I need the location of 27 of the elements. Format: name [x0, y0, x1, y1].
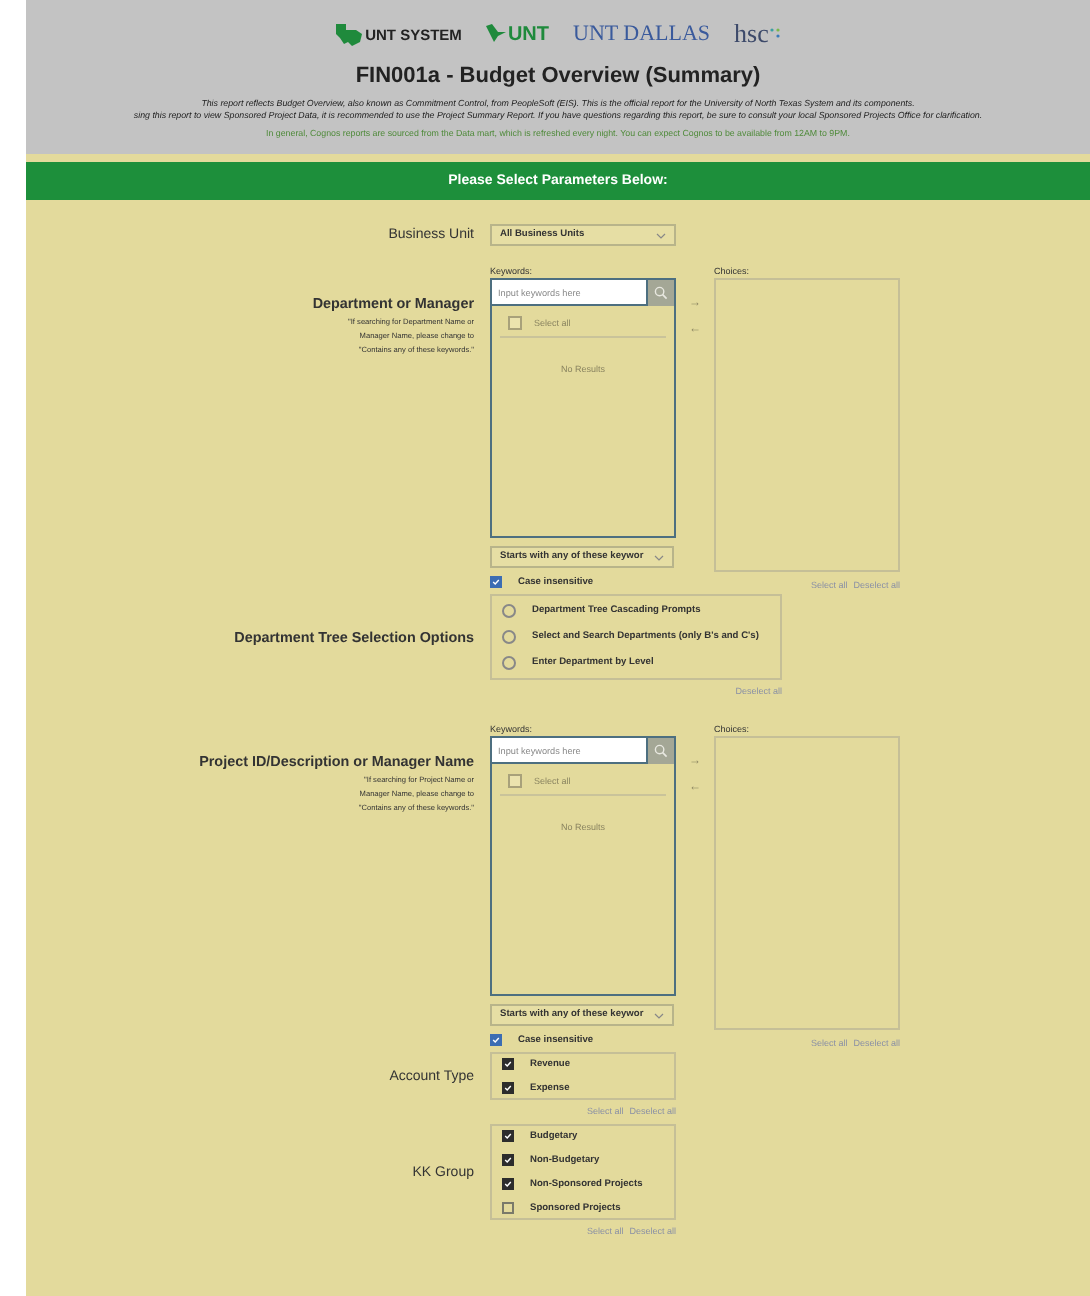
caret-icon — [656, 231, 666, 239]
dots-icon — [770, 28, 783, 40]
search-icon[interactable] — [648, 280, 674, 306]
checkbox[interactable] — [502, 1082, 514, 1094]
logo-text: UNT DALLAS — [573, 22, 711, 46]
radio-button[interactable] — [502, 630, 516, 644]
checkbox[interactable] — [502, 1202, 514, 1214]
choices-list[interactable] — [714, 278, 900, 572]
checkbox[interactable] — [490, 576, 502, 588]
choices-list[interactable] — [714, 736, 900, 1030]
checkbox[interactable] — [508, 316, 522, 330]
checkbox[interactable] — [490, 1034, 502, 1046]
logo-text: UNT — [507, 23, 549, 45]
radio-button[interactable] — [502, 604, 516, 618]
checkbox[interactable] — [502, 1178, 514, 1190]
caret-icon — [654, 553, 664, 561]
report-title: FIN001a - Budget Overview (Summary) — [355, 64, 761, 88]
eagle-icon — [485, 24, 506, 44]
radio-button[interactable] — [502, 656, 516, 670]
checkbox[interactable] — [508, 774, 522, 788]
caret-icon — [654, 1011, 664, 1019]
checkbox[interactable] — [502, 1154, 514, 1166]
search-icon[interactable] — [648, 738, 674, 764]
state-shape-icon — [333, 21, 364, 47]
logo-text: hsc — [734, 18, 769, 50]
checkbox[interactable] — [502, 1058, 514, 1070]
checkbox[interactable] — [502, 1130, 514, 1142]
